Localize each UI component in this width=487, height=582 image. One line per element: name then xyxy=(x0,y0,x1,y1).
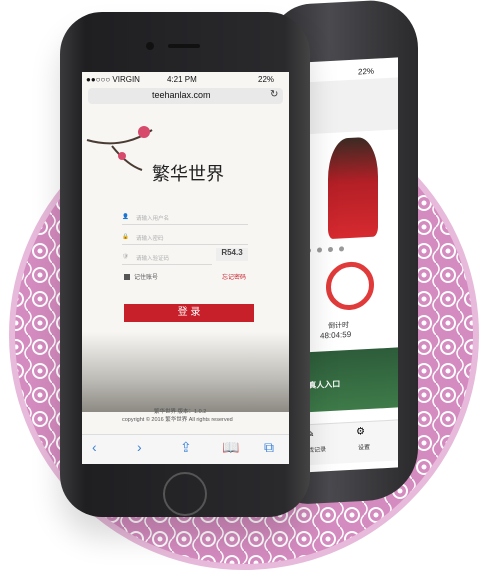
forward-arrow-icon[interactable]: › xyxy=(137,439,142,455)
password-field[interactable]: 🔒 请输入密码 xyxy=(122,232,248,245)
ink-landscape xyxy=(82,332,289,412)
gear-icon[interactable]: ⚙ xyxy=(356,426,365,437)
tab-settings[interactable]: 设置 xyxy=(358,442,370,452)
password-placeholder: 请输入密码 xyxy=(136,236,164,242)
tabs-icon[interactable]: ⧉ xyxy=(264,439,274,456)
home-button[interactable] xyxy=(163,472,207,516)
clock: 4:21 PM xyxy=(167,75,197,84)
battery: 22% xyxy=(258,75,275,84)
share-icon[interactable]: ⇪ xyxy=(180,439,192,456)
version-text: 繁华世界 版本：1.0.2 xyxy=(154,409,207,415)
remember-label: 记住账号 xyxy=(134,275,159,281)
back-hero xyxy=(308,129,398,245)
login-button[interactable]: 登 录 xyxy=(124,304,254,322)
speaker-grille xyxy=(168,44,200,48)
timer-value: 48:04:59 xyxy=(320,329,352,341)
remember-checkbox[interactable] xyxy=(124,274,130,280)
back-phone-screen: 22% 倒计时 48:04:59 G真人入口 ✎ 游戏记录 ⚙ 设置 xyxy=(300,57,398,473)
carousel-dots[interactable] xyxy=(306,243,398,254)
lock-icon: 🔒 xyxy=(122,234,129,240)
model-figure xyxy=(328,136,378,240)
captcha-placeholder: 请输入验证码 xyxy=(136,256,170,262)
back-arrow-icon[interactable]: ‹ xyxy=(92,439,97,455)
copyright-text: copyright © 2016 繁华世界 All rights reserve… xyxy=(122,417,233,423)
username-field[interactable]: 👤 请输入用户名 xyxy=(122,212,248,225)
address-bar[interactable]: teehanlax.com ↻ xyxy=(88,88,283,104)
back-tabbar: ✎ 游戏记录 ⚙ 设置 xyxy=(300,419,398,466)
forgot-password-link[interactable]: 忘记密码 xyxy=(222,272,246,281)
reload-icon[interactable]: ↻ xyxy=(270,89,278,100)
user-icon: 👤 xyxy=(122,214,129,220)
captcha-image[interactable]: R54.3 xyxy=(216,248,248,261)
carrier: ●●○○○ VIRGIN xyxy=(86,75,140,84)
front-camera xyxy=(146,42,154,50)
timer-ring xyxy=(326,260,374,312)
brand-logo: 繁华世界 xyxy=(152,164,224,185)
front-phone-screen: ●●○○○ VIRGIN 4:21 PM 22% teehanlax.com ↻… xyxy=(82,72,289,464)
browser-toolbar: ‹ › ⇪ 📖 ⧉ xyxy=(82,434,289,464)
shield-icon: 🛡 xyxy=(122,254,129,260)
url-text: teehanlax.com xyxy=(152,90,211,100)
live-casino-banner[interactable]: G真人入口 xyxy=(300,347,398,413)
captcha-field[interactable]: 🛡 请输入验证码 xyxy=(122,252,212,265)
bookmarks-icon[interactable]: 📖 xyxy=(222,439,239,456)
username-placeholder: 请输入用户名 xyxy=(136,216,170,222)
back-battery: 22% xyxy=(358,66,375,77)
countdown-card[interactable]: 倒计时 48:04:59 xyxy=(308,257,398,345)
